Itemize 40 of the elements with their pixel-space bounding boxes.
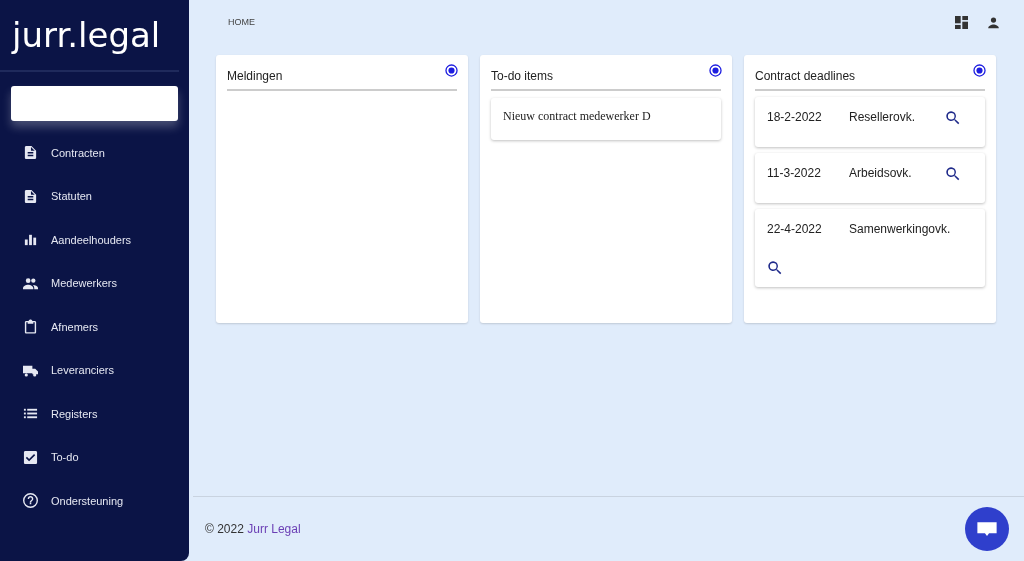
checkbox-icon (23, 449, 38, 465)
clipboard-icon (23, 319, 38, 335)
dashboard-icon[interactable] (955, 15, 968, 29)
search-icon[interactable] (945, 166, 961, 182)
search-field[interactable] (11, 86, 178, 121)
people-icon (23, 275, 38, 291)
todo-item[interactable]: Nieuw contract medewerker D (491, 98, 721, 140)
card-title: To-do items (491, 68, 554, 83)
document-icon (23, 188, 38, 204)
search-icon[interactable] (945, 110, 961, 126)
sidebar-item[interactable]: To-do (0, 435, 189, 479)
radio-button[interactable] (445, 64, 458, 77)
contract-name: Samenwerkingovk. (849, 222, 951, 236)
chat-button[interactable] (965, 507, 1009, 551)
breadcrumb[interactable]: HOME (228, 17, 936, 27)
deadline-date: 11-3-2022 (767, 166, 822, 180)
radio-button[interactable] (709, 64, 722, 77)
sidebar-item[interactable]: Ondersteuning (0, 479, 189, 523)
document-icon (23, 145, 38, 161)
sidebar-item[interactable]: Aandeelhouders (0, 218, 189, 262)
deadline-date: 18-2-2022 (767, 110, 823, 124)
radio-button[interactable] (973, 64, 986, 77)
sidebar-item[interactable]: Registers (0, 392, 189, 436)
contract-name: Arbeidsovk. (849, 166, 913, 180)
sidebar-item[interactable]: Afnemers (0, 305, 189, 349)
card-title: Meldingen (227, 68, 283, 83)
sidebar-item[interactable]: Statuten (0, 174, 189, 218)
logo: jurr.legal (10, 14, 162, 57)
contract-name: Resellerovk. (849, 110, 917, 124)
card-title: Contract deadlines (755, 68, 856, 83)
help-icon (23, 493, 38, 509)
sidebar-item[interactable]: Medewerkers (0, 261, 189, 305)
search-icon[interactable] (767, 260, 783, 276)
sidebar-item[interactable]: Contracten (0, 131, 189, 175)
bar-chart-icon (23, 232, 38, 248)
deadline-date: 22-4-2022 (767, 222, 823, 236)
user-icon[interactable] (987, 15, 1000, 29)
copyright-text: © 2022 (205, 522, 245, 536)
footer-link[interactable]: Jurr Legal (247, 522, 301, 536)
sidebar-item[interactable]: Leveranciers (0, 348, 189, 392)
